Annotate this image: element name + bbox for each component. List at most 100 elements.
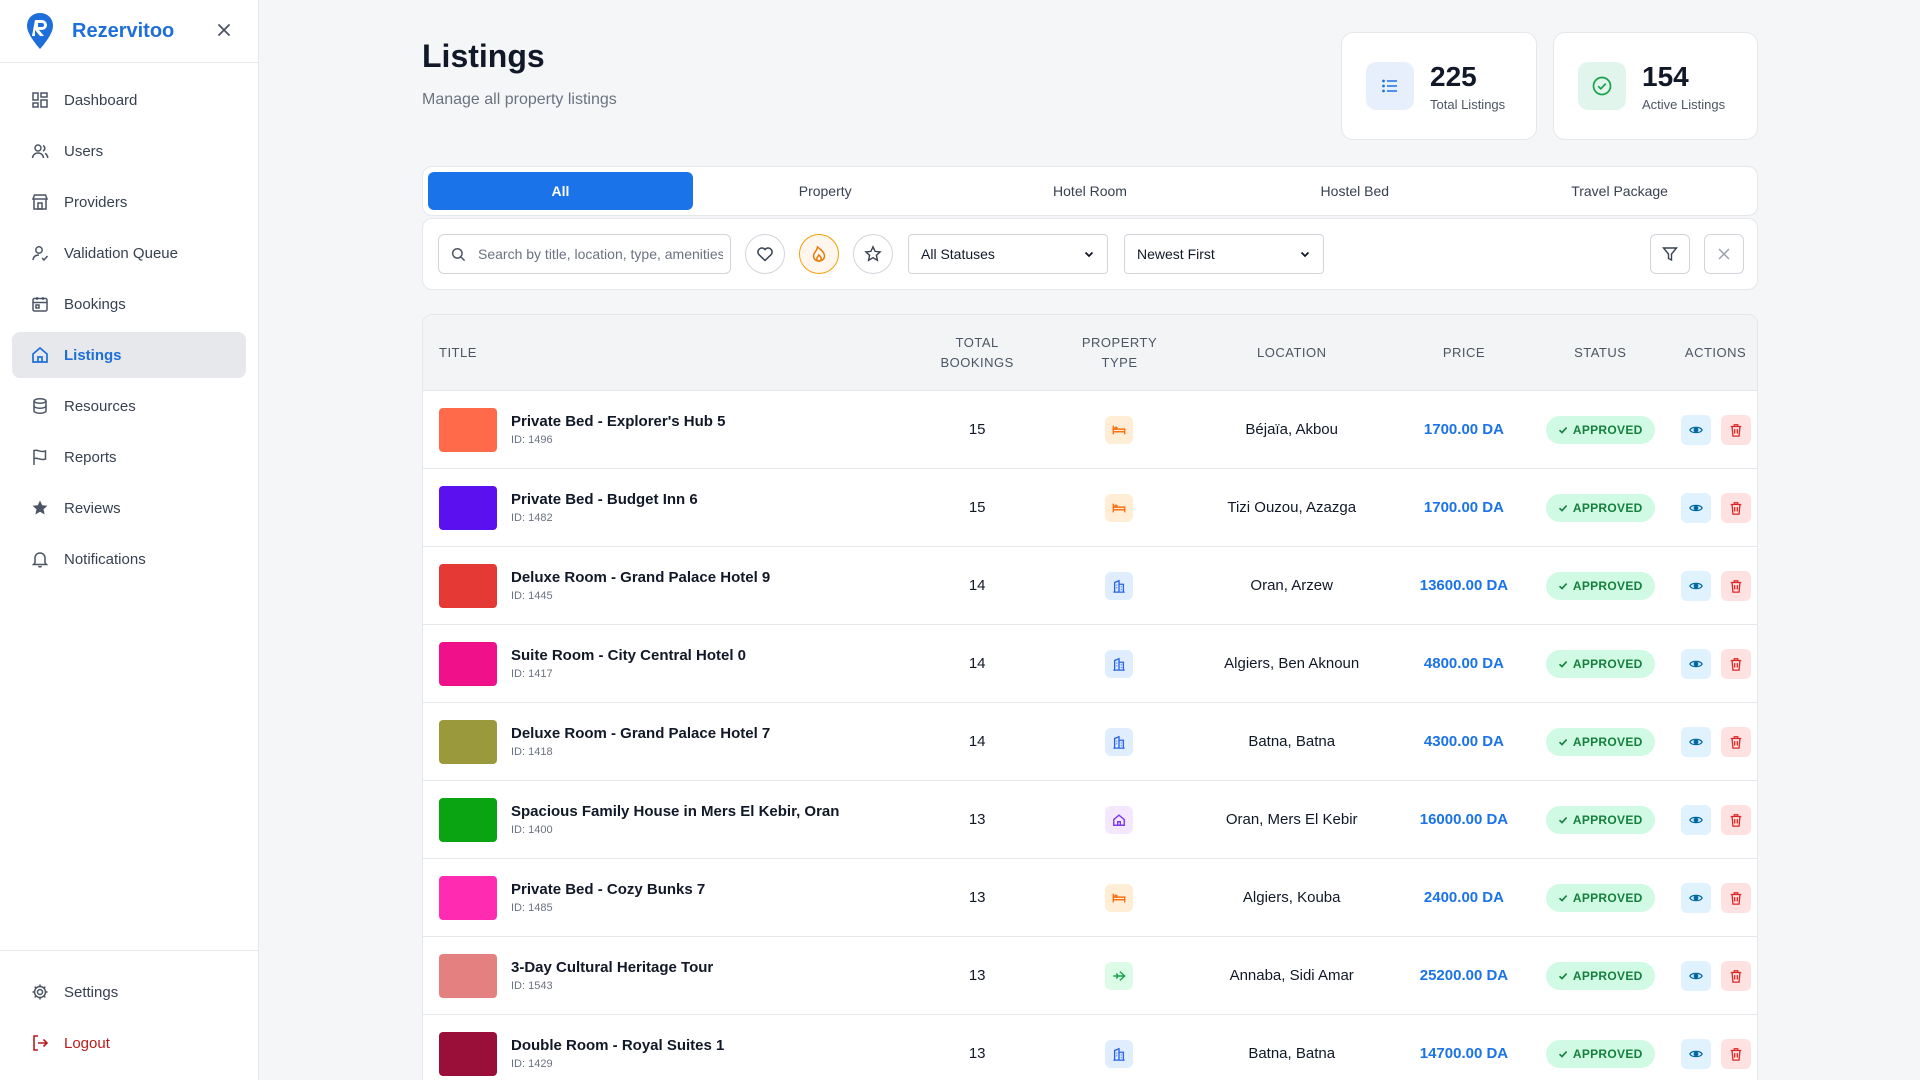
delete-button[interactable]	[1720, 648, 1751, 679]
listing-thumbnail[interactable]	[439, 953, 497, 998]
actions-cell	[1674, 492, 1757, 523]
sort-select[interactable]: Newest First	[1124, 234, 1324, 274]
listing-title[interactable]: 3-Day Cultural Heritage Tour	[511, 959, 713, 976]
listing-title[interactable]: Deluxe Room - Grand Palace Hotel 7	[511, 725, 770, 742]
table-row[interactable]: Private Bed - Budget Inn 6 ID: 1482 15 T…	[423, 469, 1757, 547]
table-row[interactable]: Deluxe Room - Grand Palace Hotel 7 ID: 1…	[423, 703, 1757, 781]
listing-thumbnail[interactable]	[439, 719, 497, 764]
bed-icon	[1113, 893, 1126, 902]
table-row[interactable]: Double Room - Royal Suites 1 ID: 1429 13…	[423, 1015, 1757, 1080]
property-type-badge	[1105, 1039, 1134, 1068]
table-row[interactable]: Private Bed - Explorer's Hub 5 ID: 1496 …	[423, 391, 1757, 469]
tab-hostel-bed[interactable]: Hostel Bed	[1222, 172, 1487, 210]
status-select[interactable]: All Statuses	[908, 234, 1108, 274]
trending-filter-button[interactable]	[799, 234, 839, 274]
delete-button[interactable]	[1720, 492, 1751, 523]
listing-title[interactable]: Double Room - Royal Suites 1	[511, 1037, 724, 1054]
tab-hotel-room[interactable]: Hotel Room	[958, 172, 1223, 210]
header-status[interactable]: STATUS	[1526, 343, 1674, 363]
listing-thumbnail[interactable]	[439, 641, 497, 686]
header-title[interactable]: TITLE	[423, 343, 897, 363]
delete-button[interactable]	[1720, 882, 1751, 913]
table-row[interactable]: Spacious Family House in Mers El Kebir, …	[423, 781, 1757, 859]
listing-title[interactable]: Suite Room - City Central Hotel 0	[511, 647, 746, 664]
listing-thumbnail[interactable]	[439, 797, 497, 842]
sidebar-item-bookings[interactable]: Bookings	[12, 281, 246, 327]
sidebar-item-users[interactable]: Users	[12, 128, 246, 174]
check-icon	[1558, 660, 1568, 668]
title-cell: Spacious Family House in Mers El Kebir, …	[423, 797, 897, 842]
favorites-filter-button[interactable]	[745, 234, 785, 274]
listing-thumbnail[interactable]	[439, 1031, 497, 1076]
brand-logo-icon[interactable]	[24, 11, 56, 51]
view-button[interactable]	[1680, 882, 1711, 913]
sidebar-item-resources[interactable]: Resources	[12, 383, 246, 429]
location: Oran, Arzew	[1250, 577, 1333, 594]
table-row[interactable]: Deluxe Room - Grand Palace Hotel 9 ID: 1…	[423, 547, 1757, 625]
table-row[interactable]: Private Bed - Cozy Bunks 7 ID: 1485 13 A…	[423, 859, 1757, 937]
filter-bar: All Statuses Newest First	[422, 218, 1758, 290]
view-button[interactable]	[1680, 804, 1711, 835]
sidebar-item-label: Providers	[64, 193, 128, 211]
listing-title[interactable]: Deluxe Room - Grand Palace Hotel 9	[511, 569, 770, 586]
title-cell: Suite Room - City Central Hotel 0 ID: 14…	[423, 641, 897, 686]
star-icon	[30, 498, 50, 518]
listing-title[interactable]: Private Bed - Cozy Bunks 7	[511, 881, 705, 898]
table-row[interactable]: 3-Day Cultural Heritage Tour ID: 1543 13…	[423, 937, 1757, 1015]
listing-thumbnail[interactable]	[439, 563, 497, 608]
sidebar-item-dashboard[interactable]: Dashboard	[12, 77, 246, 123]
logout-button[interactable]: Logout	[12, 1020, 246, 1066]
search-input[interactable]	[478, 246, 723, 262]
header-location[interactable]: LOCATION	[1182, 343, 1402, 363]
listing-thumbnail[interactable]	[439, 485, 497, 530]
actions-cell	[1674, 414, 1757, 445]
close-sidebar-button[interactable]	[212, 18, 236, 44]
total-bookings: 14	[968, 577, 986, 594]
sidebar-item-providers[interactable]: Providers	[12, 179, 246, 225]
sidebar-item-reports[interactable]: Reports	[12, 434, 246, 480]
top-rated-filter-button[interactable]	[853, 234, 893, 274]
main-content: Listings Manage all property listings 22…	[259, 0, 1920, 1080]
header-total-bookings[interactable]: TOTAL BOOKINGS	[897, 333, 1057, 373]
table-row[interactable]: Suite Room - City Central Hotel 0 ID: 14…	[423, 625, 1757, 703]
price: 1700.00 DA	[1423, 499, 1504, 516]
location: Batna, Batna	[1248, 733, 1336, 750]
brand-name[interactable]: Rezervitoo	[72, 20, 212, 43]
settings-label: Settings	[64, 983, 119, 1001]
view-button[interactable]	[1680, 570, 1711, 601]
tab-all[interactable]: All	[428, 172, 693, 210]
view-button[interactable]	[1680, 726, 1711, 757]
eye-icon	[1688, 426, 1703, 433]
delete-button[interactable]	[1720, 1038, 1751, 1069]
delete-button[interactable]	[1720, 960, 1751, 991]
advanced-filter-button[interactable]	[1650, 234, 1690, 274]
clear-filters-button[interactable]	[1704, 234, 1744, 274]
sidebar-item-notifications[interactable]: Notifications	[12, 536, 246, 582]
view-button[interactable]	[1680, 1038, 1711, 1069]
view-button[interactable]	[1680, 492, 1711, 523]
delete-button[interactable]	[1720, 804, 1751, 835]
search-icon	[451, 247, 466, 261]
delete-button[interactable]	[1720, 414, 1751, 445]
view-button[interactable]	[1680, 648, 1711, 679]
view-button[interactable]	[1680, 414, 1711, 445]
header-property-type[interactable]: PROPERTY TYPE	[1057, 333, 1182, 373]
delete-button[interactable]	[1720, 570, 1751, 601]
tab-property[interactable]: Property	[693, 172, 958, 210]
view-button[interactable]	[1680, 960, 1711, 991]
tab-travel-package[interactable]: Travel Package	[1487, 172, 1752, 210]
sidebar-item-settings[interactable]: Settings	[12, 969, 246, 1015]
sidebar-item-reviews[interactable]: Reviews	[12, 485, 246, 531]
listing-title[interactable]: Spacious Family House in Mers El Kebir, …	[511, 803, 839, 820]
title-cell: Double Room - Royal Suites 1 ID: 1429	[423, 1031, 897, 1076]
sidebar-item-label: Listings	[64, 346, 122, 364]
listing-title[interactable]: Private Bed - Budget Inn 6	[511, 491, 698, 508]
header-price[interactable]: PRICE	[1402, 343, 1527, 363]
listing-thumbnail[interactable]	[439, 875, 497, 920]
listing-title[interactable]: Private Bed - Explorer's Hub 5	[511, 413, 725, 430]
eye-icon	[1688, 504, 1703, 511]
delete-button[interactable]	[1720, 726, 1751, 757]
listing-thumbnail[interactable]	[439, 407, 497, 452]
sidebar-item-listings[interactable]: Listings	[12, 332, 246, 378]
sidebar-item-validation-queue[interactable]: Validation Queue	[12, 230, 246, 276]
